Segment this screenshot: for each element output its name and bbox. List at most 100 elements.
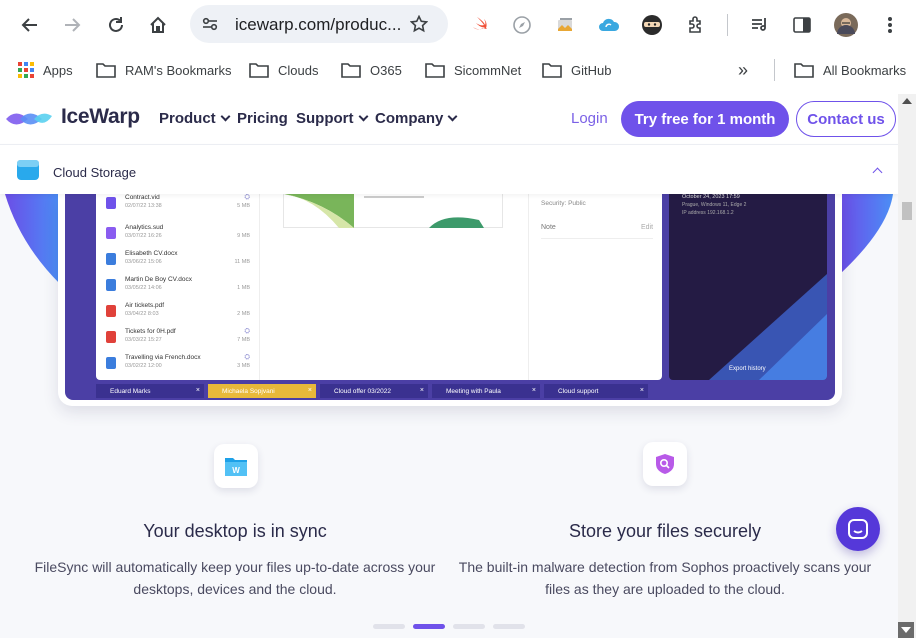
- close-icon[interactable]: ×: [308, 387, 312, 394]
- apps-grid-icon: [18, 62, 34, 78]
- bookmark-apps[interactable]: Apps: [18, 58, 73, 82]
- close-icon[interactable]: ×: [532, 387, 536, 394]
- nav-label: Support: [296, 110, 354, 127]
- site-settings-icon[interactable]: [202, 16, 218, 32]
- bookmark-star-icon[interactable]: [410, 15, 428, 33]
- carousel-dot[interactable]: [453, 624, 485, 629]
- open-tabs-bar: Eduard Marks × Michaela Sopjvani × Cloud off…: [96, 384, 835, 398]
- compass-extension[interactable]: [509, 12, 535, 38]
- svg-text:W: W: [232, 466, 240, 475]
- mockup-content: Contract.vid 02/07/22 13:38 5 MB ⛭ Analytics…: [96, 194, 662, 380]
- feature-description: The built-in malware detection from Soph…: [458, 559, 872, 597]
- file-type-icon: [106, 357, 116, 369]
- forward-icon: [65, 18, 81, 32]
- browser-toolbar: icewarp.com/produc...: [0, 0, 916, 50]
- ninja-extension[interactable]: [639, 12, 665, 38]
- scroll-thumb[interactable]: [902, 202, 912, 220]
- chevron-down-icon: [447, 111, 458, 122]
- close-icon[interactable]: ×: [420, 387, 424, 394]
- swift-extension[interactable]: [467, 12, 493, 38]
- nav-pricing[interactable]: Pricing: [237, 110, 288, 127]
- carousel-dot[interactable]: [493, 624, 525, 629]
- nav-product[interactable]: Product: [159, 110, 231, 127]
- carousel-dot[interactable]: [373, 624, 405, 629]
- file-row[interactable]: Analytics.sud 03/07/22 16:26 9 MB: [106, 224, 256, 244]
- file-date: 02/07/22 13:38: [125, 203, 162, 209]
- bookmark-folder-github[interactable]: GitHub: [542, 58, 611, 82]
- extensions-button[interactable]: [683, 12, 709, 38]
- back-button[interactable]: [14, 9, 46, 41]
- nav-support[interactable]: Support: [296, 110, 368, 127]
- menu-button[interactable]: [877, 12, 903, 38]
- bookmark-folder-rams[interactable]: RAM's Bookmarks: [96, 58, 232, 82]
- export-history-button[interactable]: Export history: [729, 366, 766, 372]
- profile-button[interactable]: [833, 12, 859, 38]
- cloud-sync-extension[interactable]: [596, 12, 622, 38]
- preview-chart-graphic: [284, 194, 484, 228]
- cloud-storage-icon: [17, 160, 39, 180]
- file-date: 03/04/22 8:03: [125, 311, 159, 317]
- feature-title: Store your files securely: [568, 521, 762, 541]
- history-date: October 24, 2023 17:59: [682, 194, 740, 200]
- carousel-dot-active[interactable]: [413, 624, 445, 629]
- bookmarks-overflow-button[interactable]: »: [738, 58, 748, 82]
- all-bookmarks-button[interactable]: All Bookmarks: [794, 58, 906, 82]
- home-button[interactable]: [142, 9, 174, 41]
- address-bar[interactable]: icewarp.com/produc...: [190, 5, 448, 43]
- mock-tab[interactable]: Michaela Sopjvani ×: [208, 384, 316, 398]
- bookmark-folder-sicommnet[interactable]: SicommNet: [425, 58, 521, 82]
- mock-tab[interactable]: Eduard Marks ×: [96, 384, 204, 398]
- login-link[interactable]: Login: [571, 110, 608, 127]
- side-panel-icon: [793, 17, 811, 33]
- chevron-up-icon[interactable]: [872, 167, 883, 178]
- scroll-up-arrow-icon[interactable]: [902, 98, 912, 104]
- try-free-button[interactable]: Try free for 1 month: [621, 101, 789, 137]
- playlist-icon: [752, 18, 766, 31]
- file-size: 7 MB: [237, 337, 250, 343]
- url-text: icewarp.com/produc...: [235, 15, 402, 34]
- mock-tab[interactable]: Meeting with Paula ×: [432, 384, 540, 398]
- file-size: 11 MB: [234, 259, 251, 265]
- nav-company[interactable]: Company: [375, 110, 458, 127]
- bookmark-folder-o365[interactable]: O365: [341, 58, 402, 82]
- shared-icon: ⛭: [244, 354, 250, 361]
- edit-link[interactable]: Edit: [641, 224, 653, 231]
- forward-button[interactable]: [56, 9, 88, 41]
- file-row[interactable]: Contract.vid 02/07/22 13:38 5 MB ⛭: [106, 194, 256, 214]
- home-icon: [150, 16, 166, 33]
- close-icon[interactable]: ×: [640, 387, 644, 394]
- feature-description: FileSync will automatically keep your fi…: [34, 559, 436, 597]
- bookmark-folder-clouds[interactable]: Clouds: [249, 58, 318, 82]
- bookmark-label: Apps: [43, 62, 73, 78]
- bookmark-label: All Bookmarks: [823, 62, 907, 78]
- close-icon[interactable]: ×: [196, 387, 200, 394]
- product-subnav[interactable]: Cloud Storage: [0, 144, 898, 194]
- file-row[interactable]: Tickets for 0H.pdf 03/03/22 15:27 7 MB ⛭: [106, 328, 256, 348]
- mock-tab-label: Meeting with Paula: [446, 387, 501, 395]
- bookmark-label: Clouds: [278, 62, 319, 78]
- file-row[interactable]: Air tickets.pdf 03/04/22 8:03 2 MB: [106, 302, 256, 322]
- page-scrollbar[interactable]: [898, 94, 916, 638]
- gallery-extension[interactable]: [552, 12, 578, 38]
- side-panel-button[interactable]: [789, 12, 815, 38]
- file-row[interactable]: Elisabeth CV.docx 03/06/22 15:06 11 MB: [106, 250, 256, 270]
- mock-tab[interactable]: Cloud offer 03/2022 ×: [320, 384, 428, 398]
- scroll-down-button[interactable]: [898, 622, 914, 638]
- file-name: Elisabeth CV.docx: [125, 250, 178, 257]
- product-screenshot: Contract.vid 02/07/22 13:38 5 MB ⛭ Analytics…: [58, 194, 842, 406]
- feature-title: Your desktop is in sync: [143, 521, 327, 541]
- media-controls-button[interactable]: [747, 12, 773, 38]
- file-name: Travelling via French.docx: [125, 354, 201, 361]
- chat-widget-button[interactable]: [836, 507, 880, 551]
- avatar: [834, 13, 858, 37]
- toolbar-divider: [727, 14, 728, 36]
- contact-us-button[interactable]: Contact us: [796, 101, 896, 137]
- icewarp-logo-icon[interactable]: [4, 108, 54, 130]
- mock-tab[interactable]: Cloud support ×: [544, 384, 648, 398]
- file-row[interactable]: Travelling via French.docx 03/02/22 12:00…: [106, 354, 256, 374]
- file-row[interactable]: Martin De Boy CV.docx 03/05/22 14:06 1 MB: [106, 276, 256, 296]
- brand-name[interactable]: IceWarp: [61, 105, 140, 129]
- reload-button[interactable]: [100, 9, 132, 41]
- site-header: IceWarp Product Pricing Support Company …: [0, 94, 898, 144]
- nav-label: Pricing: [237, 110, 288, 127]
